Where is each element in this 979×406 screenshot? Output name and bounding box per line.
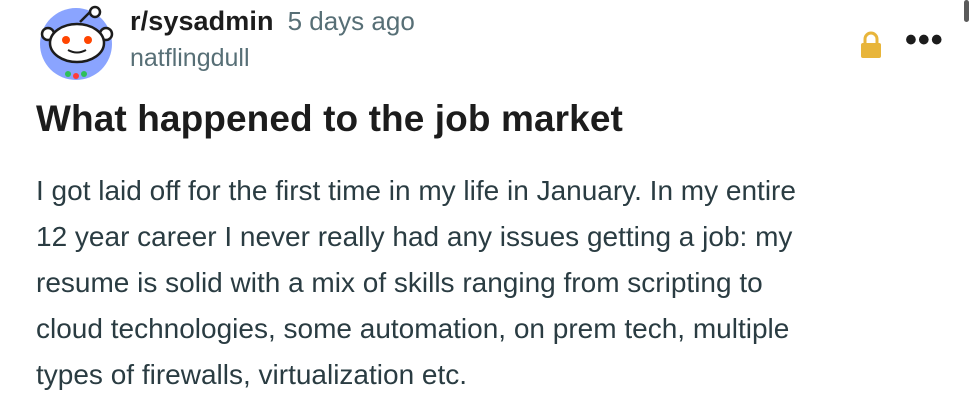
subreddit-avatar-icon[interactable] (36, 4, 122, 80)
author-link[interactable]: natflingdull (130, 44, 415, 73)
post-meta: r/sysadmin 5 days ago natflingdull (130, 6, 415, 73)
post-title[interactable]: What happened to the job market (36, 98, 936, 140)
post-timestamp: 5 days ago (287, 6, 415, 36)
post-meta-top: r/sysadmin 5 days ago (130, 6, 415, 40)
post-card: r/sysadmin 5 days ago natflingdull ••• W… (0, 0, 979, 406)
more-options-icon[interactable]: ••• (905, 23, 944, 57)
scrollbar[interactable] (964, 0, 969, 22)
lock-icon (856, 30, 886, 60)
subreddit-link[interactable]: r/sysadmin (130, 6, 274, 37)
post-body: I got laid off for the first time in my … (36, 175, 796, 390)
